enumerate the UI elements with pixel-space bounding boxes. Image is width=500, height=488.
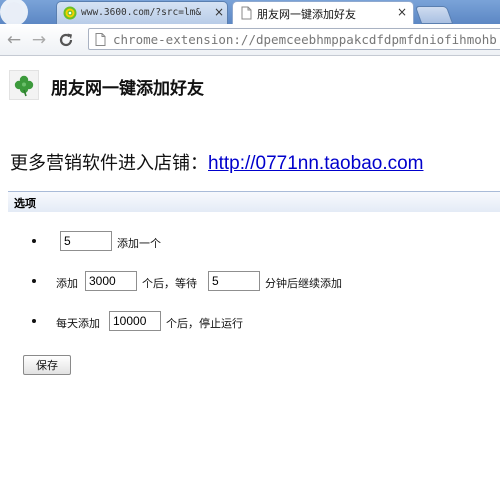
address-url: chrome-extension://dpemceebhmppakcdfdpmf… bbox=[113, 32, 497, 47]
option-row-batch: 添加 个后，等待 分钟后继续添加 bbox=[0, 271, 400, 293]
section-title: 选项 bbox=[14, 197, 36, 210]
forward-icon[interactable]: → bbox=[29, 30, 49, 50]
option-label: 添加 bbox=[56, 277, 78, 290]
option-row-per-time: 添加一个 bbox=[0, 231, 300, 253]
option-label: 个后，等待 bbox=[142, 277, 197, 290]
shop-link[interactable]: http://0771nn.taobao.com bbox=[208, 153, 424, 174]
promo-label: 更多营销软件进入店铺： bbox=[10, 153, 208, 174]
option-label: 个后，停止运行 bbox=[166, 317, 243, 330]
batch-count-input[interactable] bbox=[85, 271, 137, 291]
promo-text: 更多营销软件进入店铺：http://0771nn.taobao.com bbox=[10, 149, 424, 175]
tab-title: www.3600.com/?src=lm&ls bbox=[81, 7, 201, 18]
page-icon bbox=[95, 33, 106, 46]
options-section-header: 选项 bbox=[8, 191, 500, 212]
page-title: 朋友网一键添加好友 bbox=[51, 79, 204, 99]
toolbar: ← → chrome-extension://dpemceebhmppakcdf… bbox=[0, 24, 500, 56]
option-label: 添加一个 bbox=[117, 237, 161, 250]
option-row-daily-limit: 每天添加 个后，停止运行 bbox=[0, 311, 320, 333]
new-tab-button[interactable] bbox=[414, 6, 454, 24]
clover-icon bbox=[9, 70, 39, 100]
count-per-add-input[interactable] bbox=[60, 231, 112, 251]
chrome-orb-icon[interactable] bbox=[0, 0, 44, 24]
option-label: 分钟后继续添加 bbox=[265, 277, 342, 290]
back-icon[interactable]: ← bbox=[4, 30, 24, 50]
address-bar[interactable]: chrome-extension://dpemceebhmppakcdfdpmf… bbox=[88, 28, 500, 50]
wait-minutes-input[interactable] bbox=[208, 271, 260, 291]
bullet bbox=[32, 279, 36, 283]
save-button[interactable]: 保存 bbox=[23, 355, 71, 375]
tab-title: 朋友网一键添加好友 bbox=[257, 8, 356, 21]
360-favicon-icon bbox=[63, 6, 77, 20]
tab-extension[interactable]: 朋友网一键添加好友 × bbox=[232, 1, 414, 24]
bullet bbox=[32, 319, 36, 323]
tab-close-icon[interactable]: × bbox=[214, 5, 224, 19]
page-icon bbox=[241, 6, 252, 20]
tab-strip: www.3600.com/?src=lm&ls × 朋友网一键添加好友 × bbox=[0, 0, 500, 24]
tab-360[interactable]: www.3600.com/?src=lm&ls × bbox=[56, 1, 228, 24]
reload-icon[interactable] bbox=[56, 30, 76, 50]
tab-close-icon[interactable]: × bbox=[397, 5, 407, 19]
daily-limit-input[interactable] bbox=[109, 311, 161, 331]
option-label: 每天添加 bbox=[56, 317, 100, 330]
bullet bbox=[32, 239, 36, 243]
